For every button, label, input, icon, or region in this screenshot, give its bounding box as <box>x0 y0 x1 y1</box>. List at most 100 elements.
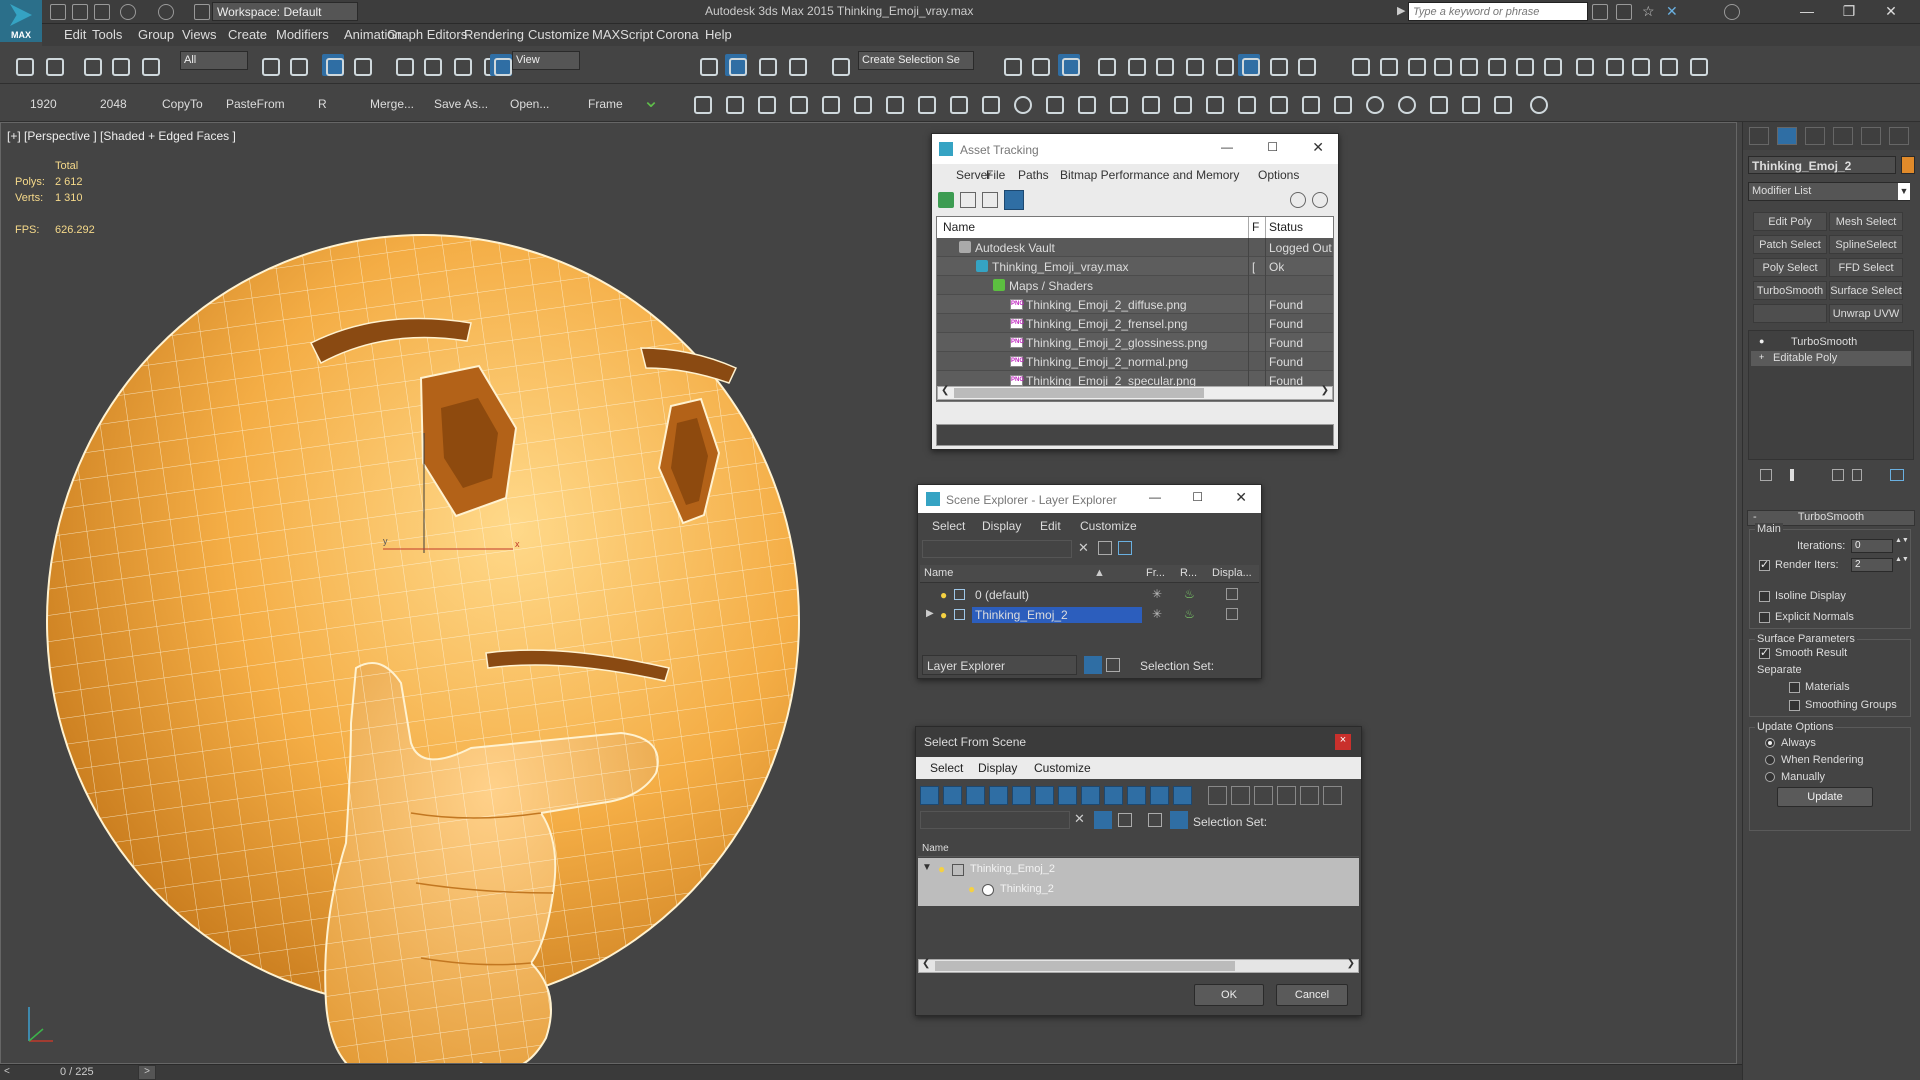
scene-minimize-icon[interactable]: — <box>1149 490 1161 504</box>
help-icon[interactable] <box>1656 54 1678 76</box>
list-view-icon[interactable] <box>960 192 976 208</box>
menu-customize[interactable]: Customize <box>528 27 589 42</box>
filter-frozen-icon[interactable] <box>1150 786 1169 805</box>
lightbulb-icon[interactable]: ● <box>940 608 947 622</box>
frame-counter[interactable]: 0 / 225 <box>60 1066 94 1078</box>
expand-plus-icon[interactable]: + <box>1759 352 1764 362</box>
select-search-field[interactable] <box>920 811 1070 829</box>
asset-maximize-icon[interactable]: ☐ <box>1267 140 1278 154</box>
object-name[interactable]: Thinking_2 <box>1000 883 1054 895</box>
double-chevron-down-icon[interactable]: ⌄ <box>640 91 662 114</box>
asset-context-help-icon[interactable] <box>1312 192 1328 208</box>
exchange-icon[interactable]: ✕ <box>1666 4 1682 20</box>
binoculars-icon[interactable] <box>1592 4 1608 20</box>
teapot-icon[interactable] <box>690 92 712 114</box>
light-select-icon[interactable] <box>818 92 840 114</box>
select-object-icon[interactable] <box>258 54 280 76</box>
unlink-icon[interactable] <box>108 54 130 76</box>
asset-help-icon[interactable] <box>1290 192 1306 208</box>
asset-row[interactable]: PNG Thinking_Emoji_2_normal.png Found <box>937 352 1333 371</box>
renderable-teapot-icon[interactable]: ♨ <box>1184 587 1195 601</box>
modifier-button-splineselect[interactable]: SplineSelect <box>1829 235 1903 254</box>
cancel-button[interactable]: Cancel <box>1276 984 1348 1006</box>
scene-explorer-titlebar[interactable]: Scene Explorer - Layer Explorer — ☐ ✕ <box>918 485 1261 513</box>
iterations-spinner[interactable]: 0 <box>1851 539 1893 553</box>
collapse-arrow-icon[interactable]: ▼ <box>922 862 932 873</box>
modifier-button-edit-poly[interactable]: Edit Poly <box>1753 212 1827 231</box>
vray-object-icon[interactable] <box>1456 54 1478 76</box>
modifier-list-dropdown[interactable]: Modifier List <box>1748 182 1910 201</box>
renderable-teapot-icon[interactable]: ♨ <box>1184 607 1195 621</box>
scene-menu-select[interactable]: Select <box>932 519 965 533</box>
select-row[interactable]: ▼ ● Thinking_Emoj_2 <box>918 860 1359 880</box>
asset-row[interactable]: Autodesk Vault Logged Out <box>937 238 1333 257</box>
select-row[interactable]: ● Thinking_2 <box>918 880 1359 900</box>
scatter-icon[interactable] <box>1170 92 1192 114</box>
save-file-icon[interactable] <box>94 4 110 20</box>
scene-search-field[interactable] <box>922 540 1072 558</box>
move-icon[interactable] <box>392 54 414 76</box>
tab-utilities-icon[interactable] <box>1889 127 1909 145</box>
custom-button-save-as-[interactable]: Save As... <box>434 97 488 111</box>
custom-button-2048[interactable]: 2048 <box>100 97 127 111</box>
toggle-ribbon-icon[interactable] <box>1094 54 1116 76</box>
explorer-type-dropdown[interactable]: Layer Explorer <box>922 655 1077 675</box>
object-name-field[interactable]: Thinking_Emoj_2 <box>1748 156 1896 174</box>
undo-icon[interactable] <box>12 54 34 76</box>
layer-name[interactable]: Thinking_Emoj_2 <box>972 607 1142 623</box>
filter-filter-icon[interactable] <box>1277 786 1296 805</box>
modifier-button-poly-select[interactable]: Poly Select <box>1753 258 1827 277</box>
scroll-right-icon[interactable]: ❯ <box>1321 385 1329 396</box>
help-circle-icon[interactable] <box>1526 92 1548 114</box>
reference-coordinate-dropdown[interactable]: View <box>512 51 580 70</box>
render-setup-icon[interactable] <box>1212 54 1234 76</box>
favorites-star-icon[interactable]: ☆ <box>1642 4 1658 20</box>
sun-icon[interactable] <box>1376 54 1398 76</box>
select-menu-customize[interactable]: Customize <box>1034 761 1091 775</box>
curve-editor-icon[interactable] <box>1124 54 1146 76</box>
lightbulb-icon[interactable]: ● <box>938 862 945 876</box>
col-f[interactable]: F <box>1252 220 1259 234</box>
angle-snap-icon[interactable] <box>725 54 747 76</box>
material-editor-icon[interactable] <box>1182 54 1204 76</box>
asset-row[interactable]: Thinking_Emoji_vray.max [Ok <box>937 257 1333 276</box>
spinner-snap-icon[interactable] <box>785 54 807 76</box>
fur-icon[interactable] <box>1202 92 1224 114</box>
asset-menu-paths[interactable]: Paths <box>1018 168 1049 182</box>
select-menu-select[interactable]: Select <box>930 761 963 775</box>
display-box-icon[interactable] <box>1226 608 1238 620</box>
layer-mode-icon[interactable] <box>1084 656 1102 674</box>
filter-all-icon[interactable] <box>1208 786 1227 805</box>
scroll-left-icon[interactable]: ❮ <box>941 385 949 396</box>
menu-views[interactable]: Views <box>182 27 216 42</box>
render-iters-spinner[interactable]: 2 <box>1851 558 1893 572</box>
update-when-rendering-radio[interactable] <box>1765 755 1775 765</box>
select-scroll-left-icon[interactable]: ❮ <box>922 958 930 969</box>
hierarchy-icon[interactable] <box>1106 658 1120 672</box>
proxy-icon[interactable] <box>1234 92 1256 114</box>
layer-row[interactable]: ▶ ● Thinking_Emoj_2 ✳ ♨ <box>920 605 1259 625</box>
col-status[interactable]: Status <box>1269 220 1303 234</box>
asset-tracking-window[interactable]: Asset Tracking — ☐ ✕ Server File Paths Bitm… <box>931 133 1339 450</box>
search-input[interactable]: Type a keyword or phrase <box>1408 2 1588 21</box>
modifier-button-ffd-select[interactable]: FFD Select <box>1829 258 1903 277</box>
filter-xrefs-icon[interactable] <box>1081 786 1100 805</box>
hdr-icon[interactable] <box>1330 92 1352 114</box>
open-file-icon[interactable] <box>72 4 88 20</box>
torus-icon[interactable] <box>1042 92 1064 114</box>
object-color-swatch[interactable] <box>1901 156 1915 174</box>
vray-light-icon[interactable] <box>1484 54 1506 76</box>
omni-light-icon[interactable] <box>1138 92 1160 114</box>
display-box-icon[interactable] <box>1226 588 1238 600</box>
filter-bones-icon[interactable] <box>1104 786 1123 805</box>
tree-view-icon[interactable] <box>982 192 998 208</box>
render-iterative-icon[interactable] <box>1294 54 1316 76</box>
table-view-icon[interactable] <box>1004 190 1024 210</box>
sphere-icon[interactable] <box>1010 92 1032 114</box>
asset-hscroll[interactable]: ❮ ❯ <box>937 385 1333 400</box>
configure-sets-icon[interactable] <box>1890 469 1904 481</box>
modifier-button-surface-select[interactable]: Surface Select <box>1829 281 1903 300</box>
make-unique-icon[interactable] <box>1832 469 1844 481</box>
layer-row[interactable]: ● 0 (default) ✳ ♨ <box>920 585 1259 605</box>
scene-explorer-window[interactable]: Scene Explorer - Layer Explorer — ☐ ✕ Se… <box>917 484 1262 679</box>
